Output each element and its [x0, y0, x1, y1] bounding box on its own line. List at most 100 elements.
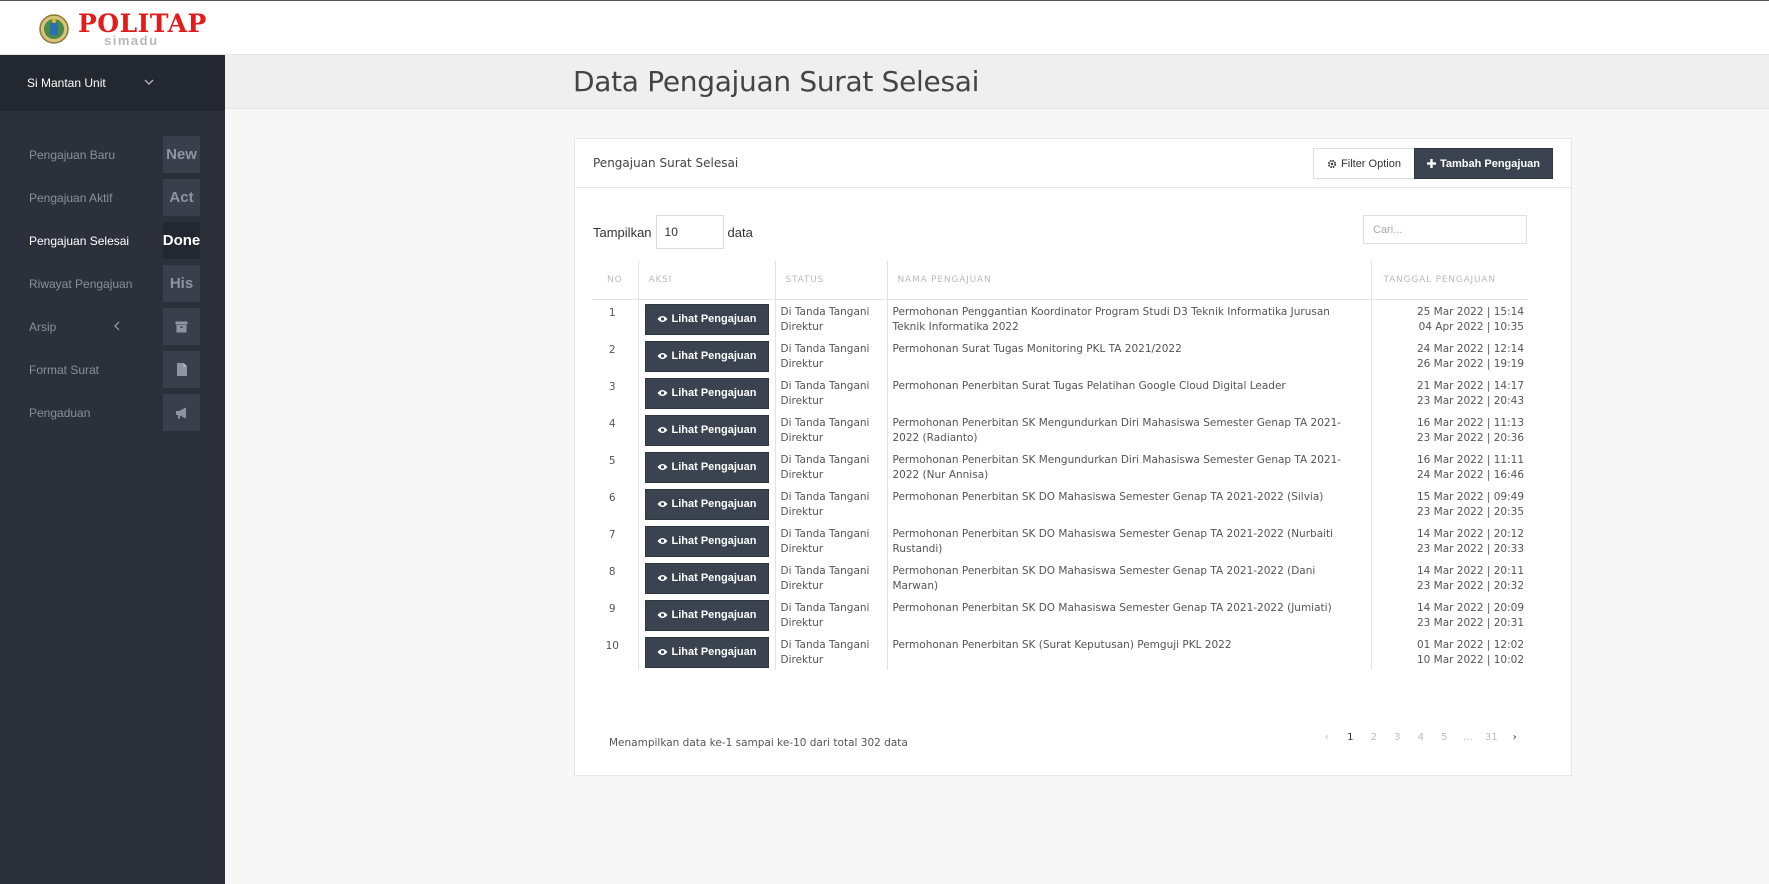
row-dates: 01 Mar 2022 | 12:02 10 Mar 2022 | 10:02 — [1371, 633, 1528, 670]
sidebar-item-riwayat-pengajuan[interactable]: Riwayat Pengajuan His — [0, 262, 225, 305]
search-input[interactable]: Cari... — [1363, 215, 1527, 244]
sidebar-item-label: Pengaduan — [29, 405, 91, 420]
add-submission-button[interactable]: Tambah Pengajuan — [1414, 148, 1553, 179]
row-status: Di Tanda Tangani Direktur — [775, 484, 888, 522]
eye-icon — [657, 427, 668, 433]
view-submission-button[interactable]: Lihat Pengajuan — [644, 488, 769, 520]
completed-date: 23 Mar 2022 | 20:32 — [1416, 579, 1524, 592]
status-line: Di Tanda Tangani — [780, 416, 870, 429]
completed-date: 26 Mar 2022 | 19:19 — [1416, 357, 1524, 370]
row-dates: 14 Mar 2022 | 20:09 23 Mar 2022 | 20:31 — [1371, 596, 1528, 633]
eye-icon — [657, 501, 668, 507]
row-status: Di Tanda Tangani Direktur — [775, 558, 888, 596]
column-header-tanggal[interactable]: TANGGAL PENGAJUAN — [1371, 261, 1528, 300]
row-status: Di Tanda Tangani Direktur — [775, 632, 888, 670]
submitted-date: 16 Mar 2022 | 11:11 — [1416, 453, 1524, 466]
pagination-page[interactable]: 3 — [1386, 732, 1410, 743]
table-row: 3 Lihat Pengajuan Di Tanda Tangani Direktur… — [592, 373, 1528, 411]
completed-date: 10 Mar 2022 | 10:02 — [1416, 653, 1524, 666]
row-number: 2 — [592, 336, 639, 374]
sidebar-badge: Act — [163, 179, 200, 216]
status-line: Di Tanda Tangani — [780, 601, 870, 614]
megaphone-icon — [163, 394, 200, 431]
status-line: Di Tanda Tangani — [780, 564, 870, 577]
table-row: 8 Lihat Pengajuan Di Tanda Tangani Direktur… — [592, 558, 1528, 596]
eye-icon — [657, 353, 668, 359]
status-line: Direktur — [780, 468, 824, 481]
table-row: 1 Lihat Pengajuan Di Tanda Tangani Direktur… — [592, 299, 1528, 337]
view-submission-button[interactable]: Lihat Pengajuan — [644, 414, 769, 446]
eye-icon — [657, 316, 668, 322]
column-header-nama[interactable]: NAMA PENGAJUAN — [887, 261, 1372, 300]
table-row: 5 Lihat Pengajuan Di Tanda Tangani Direktur… — [592, 447, 1528, 485]
view-submission-label: Lihat Pengajuan — [671, 386, 757, 399]
view-submission-button[interactable]: Lihat Pengajuan — [644, 340, 769, 372]
add-submission-label: Tambah Pengajuan — [1439, 157, 1541, 170]
view-submission-label: Lihat Pengajuan — [671, 608, 757, 621]
pagination-next[interactable]: › — [1503, 732, 1527, 743]
view-submission-button[interactable]: Lihat Pengajuan — [644, 562, 769, 594]
view-submission-button[interactable]: Lihat Pengajuan — [644, 599, 769, 631]
sidebar-item-pengajuan-baru[interactable]: Pengajuan Baru New — [0, 133, 225, 176]
pagination-page[interactable]: 1 — [1339, 732, 1363, 743]
column-header-status[interactable]: STATUS — [775, 261, 888, 300]
table-body: 1 Lihat Pengajuan Di Tanda Tangani Direktur… — [592, 299, 1528, 670]
pagination-page[interactable]: 31 — [1480, 732, 1504, 743]
table-row: 10 Lihat Pengajuan Di Tanda Tangani Direktu… — [592, 632, 1528, 670]
sidebar-item-label: Arsip — [29, 319, 57, 334]
submitted-date: 14 Mar 2022 | 20:09 — [1416, 601, 1524, 614]
sidebar-item-pengaduan[interactable]: Pengaduan — [0, 391, 225, 434]
page-header: Data Pengajuan Surat Selesai — [225, 55, 1769, 109]
pagination-page[interactable]: 2 — [1362, 732, 1386, 743]
submitted-date: 15 Mar 2022 | 09:49 — [1416, 490, 1524, 503]
row-status: Di Tanda Tangani Direktur — [775, 299, 888, 337]
pagination-prev[interactable]: ‹ — [1315, 732, 1339, 743]
politap-emblem-icon — [39, 14, 69, 44]
view-submission-button[interactable]: Lihat Pengajuan — [644, 303, 769, 335]
sidebar-item-pengajuan-aktif[interactable]: Pengajuan Aktif Act — [0, 176, 225, 219]
column-header-aksi[interactable]: AKSI — [638, 261, 776, 300]
sidebar-item-format-surat[interactable]: Format Surat — [0, 348, 225, 391]
status-line: Di Tanda Tangani — [780, 305, 870, 318]
user-dropdown[interactable]: Si Mantan Unit — [0, 55, 225, 111]
submitted-date: 24 Mar 2022 | 12:14 — [1416, 342, 1524, 355]
completed-date: 23 Mar 2022 | 20:31 — [1416, 616, 1524, 629]
eye-icon — [657, 575, 668, 581]
view-submission-label: Lihat Pengajuan — [671, 423, 757, 436]
row-dates: 24 Mar 2022 | 12:14 26 Mar 2022 | 19:19 — [1371, 337, 1528, 374]
row-dates: 15 Mar 2022 | 09:49 23 Mar 2022 | 20:35 — [1371, 485, 1528, 522]
completed-date: 23 Mar 2022 | 20:33 — [1416, 542, 1524, 555]
row-number: 3 — [592, 373, 639, 411]
status-line: Di Tanda Tangani — [780, 638, 870, 651]
page-length-input[interactable]: 10 — [655, 215, 724, 249]
view-submission-button[interactable]: Lihat Pengajuan — [644, 636, 769, 668]
view-submission-button[interactable]: Lihat Pengajuan — [644, 451, 769, 483]
status-line: Di Tanda Tangani — [780, 379, 870, 392]
pagination: ‹ 1 2 3 4 5 ... 31 › — [1315, 732, 1527, 743]
submitted-date: 14 Mar 2022 | 20:11 — [1416, 564, 1524, 577]
archive-icon — [163, 308, 200, 345]
pagination-page[interactable]: 5 — [1433, 732, 1457, 743]
filter-option-button[interactable]: Filter Option — [1313, 148, 1415, 179]
data-panel: Pengajuan Surat Selesai Filter Option Ta… — [574, 138, 1572, 776]
sidebar-item-label: Format Surat — [29, 362, 100, 377]
column-header-no[interactable]: NO — [592, 261, 639, 300]
row-dates: 14 Mar 2022 | 20:11 23 Mar 2022 | 20:32 — [1371, 559, 1528, 596]
row-action-cell: Lihat Pengajuan — [638, 447, 776, 485]
pagination-page[interactable]: 4 — [1409, 732, 1433, 743]
status-line: Direktur — [780, 505, 824, 518]
status-line: Direktur — [780, 616, 824, 629]
politap-logo[interactable]: POLITAP simadu — [38, 11, 206, 48]
submitted-date: 16 Mar 2022 | 11:13 — [1416, 416, 1524, 429]
view-submission-button[interactable]: Lihat Pengajuan — [644, 377, 769, 409]
row-action-cell: Lihat Pengajuan — [638, 632, 776, 670]
sidebar-item-label: Pengajuan Baru — [29, 147, 116, 162]
status-line: Direktur — [780, 357, 824, 370]
length-prefix: Tampilkan — [593, 224, 652, 240]
view-submission-label: Lihat Pengajuan — [671, 571, 757, 584]
status-line: Di Tanda Tangani — [780, 342, 870, 355]
sidebar-item-arsip[interactable]: Arsip — [0, 305, 225, 348]
view-submission-button[interactable]: Lihat Pengajuan — [644, 525, 769, 557]
sidebar-item-pengajuan-selesai[interactable]: Pengajuan Selesai Done — [0, 219, 225, 262]
panel-header: Pengajuan Surat Selesai Filter Option Ta… — [575, 139, 1571, 188]
